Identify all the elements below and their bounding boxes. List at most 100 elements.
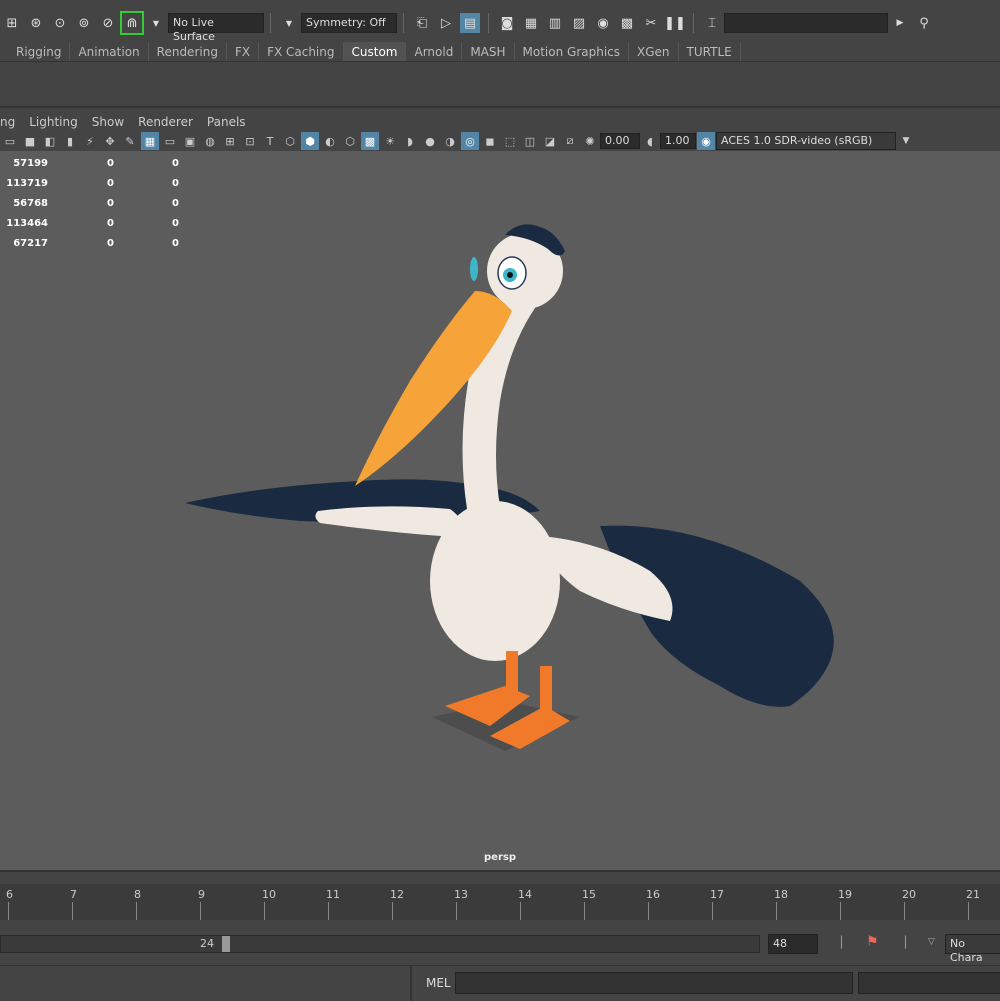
shelf-tab-motion-graphics[interactable]: Motion Graphics <box>515 42 630 61</box>
xray-active-icon[interactable]: ⧄ <box>561 132 579 150</box>
snap-view-plane-icon[interactable]: ⊚ <box>74 13 94 33</box>
snap-live-icon[interactable]: ⊘ <box>98 13 118 33</box>
shelf-tab-rigging[interactable]: Rigging <box>8 42 71 61</box>
snap-point-icon[interactable]: ⊙ <box>50 13 70 33</box>
exposure-icon[interactable]: ✺ <box>581 132 599 150</box>
film-gate-icon[interactable]: ▭ <box>161 132 179 150</box>
shelf-tab-arnold[interactable]: Arnold <box>406 42 463 61</box>
timeline-frame-label: 19 <box>838 888 852 901</box>
field-chart-icon[interactable]: ⊞ <box>221 132 239 150</box>
resolution-gate-icon[interactable]: ▣ <box>181 132 199 150</box>
range-end-field[interactable]: 48 <box>768 934 818 954</box>
anti-aliasing-icon[interactable]: ◎ <box>461 132 479 150</box>
time-slider[interactable]: 6 7 8 9 10 11 12 13 14 15 16 17 18 19 20 21 <box>0 870 1000 920</box>
time-track[interactable]: 6 7 8 9 10 11 12 13 14 15 16 17 18 19 20 21 <box>0 884 1000 920</box>
pelican-model[interactable] <box>0 151 1000 870</box>
panel-menu-shading[interactable]: ng <box>0 115 15 129</box>
ipr-render-icon[interactable]: ▤ <box>460 13 480 33</box>
shadows-icon[interactable]: ◗ <box>401 132 419 150</box>
default-material-icon[interactable]: ◐ <box>321 132 339 150</box>
use-all-lights-icon[interactable]: ☀ <box>381 132 399 150</box>
auto-key-icon[interactable]: │ <box>838 936 845 949</box>
shelf-tab-mash[interactable]: MASH <box>462 42 515 61</box>
bookmark-flag-icon[interactable]: ⚑ <box>866 934 879 950</box>
separator <box>488 13 489 33</box>
hypershade-icon[interactable]: ◉ <box>593 13 613 33</box>
live-surface-field[interactable]: No Live Surface <box>168 13 264 43</box>
range-start-value[interactable]: 24 <box>200 937 214 950</box>
timeline-frame-label: 7 <box>70 888 77 901</box>
wireframe-icon[interactable]: ⬡ <box>281 132 299 150</box>
character-set-field[interactable]: No Chara <box>945 934 1000 964</box>
wireframe-on-shaded-icon[interactable]: ⬡ <box>341 132 359 150</box>
viewport-persp[interactable]: 57199 0 0 113719 0 0 56768 0 0 113464 0 0 67217 0 0 <box>0 151 1000 870</box>
timeline-frame-label: 13 <box>454 888 468 901</box>
arnold-render-icon[interactable]: ▩ <box>617 13 637 33</box>
panel-menu-renderer[interactable]: Renderer <box>138 115 193 129</box>
panel-menu-panels[interactable]: Panels <box>207 115 246 129</box>
color-space-dropdown[interactable]: ACES 1.0 SDR-video (sRGB) <box>716 132 896 150</box>
ipr-icon[interactable]: ▥ <box>545 13 565 33</box>
timeline-frame-label: 9 <box>198 888 205 901</box>
chevron-down-icon[interactable]: ▽ <box>928 937 935 947</box>
range-handle[interactable] <box>222 936 230 952</box>
right-wing-feathers <box>600 525 834 707</box>
timeline-tick <box>72 902 73 920</box>
magnet-icon[interactable]: ⋒ <box>120 11 144 35</box>
panel-menu-lighting[interactable]: Lighting <box>29 115 78 129</box>
quick-search-field[interactable] <box>724 13 888 33</box>
dropdown-arrow-icon[interactable]: ▼ <box>279 13 299 33</box>
shelf-tab-animation[interactable]: Animation <box>70 42 149 61</box>
exposure-field[interactable]: 0.00 <box>600 133 640 149</box>
safe-title-icon[interactable]: T <box>261 132 279 150</box>
motion-blur-icon[interactable]: ◑ <box>441 132 459 150</box>
chevron-down-icon[interactable]: ▼ <box>897 132 915 150</box>
camera-icon[interactable]: ■ <box>21 132 39 150</box>
search-icon[interactable]: ⚲ <box>914 13 934 33</box>
command-language-label[interactable]: MEL <box>426 976 451 990</box>
collapse-icon[interactable]: ▭ <box>1 132 19 150</box>
gamma-icon[interactable]: ◖ <box>641 132 659 150</box>
shelf-tab-fx-caching[interactable]: FX Caching <box>259 42 344 61</box>
arnold-ipr-icon[interactable]: ✂ <box>641 13 661 33</box>
gate-mask-icon[interactable]: ◍ <box>201 132 219 150</box>
xray-icon[interactable]: ◫ <box>521 132 539 150</box>
grid-icon[interactable]: ▦ <box>141 132 159 150</box>
smooth-shade-icon[interactable]: ⬢ <box>301 132 319 150</box>
camera-attributes-icon[interactable]: ◧ <box>41 132 59 150</box>
color-management-icon[interactable]: ◉ <box>697 132 715 150</box>
shelf-tab-xgen[interactable]: XGen <box>629 42 679 61</box>
textured-icon[interactable]: ▩ <box>361 132 379 150</box>
shelf-tab-rendering[interactable]: Rendering <box>149 42 227 61</box>
render-settings-icon[interactable]: ▨ <box>569 13 589 33</box>
image-plane-icon[interactable]: ⚡ <box>81 132 99 150</box>
command-input[interactable] <box>455 972 853 994</box>
snap-grid-icon[interactable]: ⊞ <box>2 13 22 33</box>
shelf-tab-turtle[interactable]: TURTLE <box>679 42 741 61</box>
panel-menu-show[interactable]: Show <box>92 115 124 129</box>
range-track[interactable] <box>0 935 760 953</box>
ambient-occlusion-icon[interactable]: ● <box>421 132 439 150</box>
clapboard-icon[interactable]: ▦ <box>521 13 541 33</box>
bookmark-icon[interactable]: ▮ <box>61 132 79 150</box>
isolate-select-icon[interactable]: ⬚ <box>501 132 519 150</box>
grease-pencil-icon[interactable]: ✎ <box>121 132 139 150</box>
timeline-frame-label: 15 <box>582 888 596 901</box>
gamma-field[interactable]: 1.00 <box>660 133 696 149</box>
xray-joints-icon[interactable]: ◪ <box>541 132 559 150</box>
shelf-tab-fx[interactable]: FX <box>227 42 260 61</box>
render-frame-icon[interactable]: ▷ <box>436 13 456 33</box>
snap-curve-icon[interactable]: ⊛ <box>26 13 46 33</box>
symmetry-field[interactable]: Symmetry: Off <box>301 13 397 33</box>
render-view-icon[interactable]: ◙ <box>497 13 517 33</box>
command-result <box>858 972 1000 994</box>
depth-of-field-icon[interactable]: ◼ <box>481 132 499 150</box>
safe-action-icon[interactable]: ⊡ <box>241 132 259 150</box>
expand-icon[interactable]: ▶ <box>890 13 910 33</box>
shelf-tab-custom[interactable]: Custom <box>343 42 407 61</box>
two-d-pan-icon[interactable]: ✥ <box>101 132 119 150</box>
input-field-icon[interactable]: ⌶ <box>702 13 722 33</box>
dropdown-arrow-icon[interactable]: ▼ <box>146 13 166 33</box>
construction-history-icon[interactable]: ⎗ <box>412 13 432 33</box>
pause-icon[interactable]: ❚❚ <box>664 13 686 33</box>
